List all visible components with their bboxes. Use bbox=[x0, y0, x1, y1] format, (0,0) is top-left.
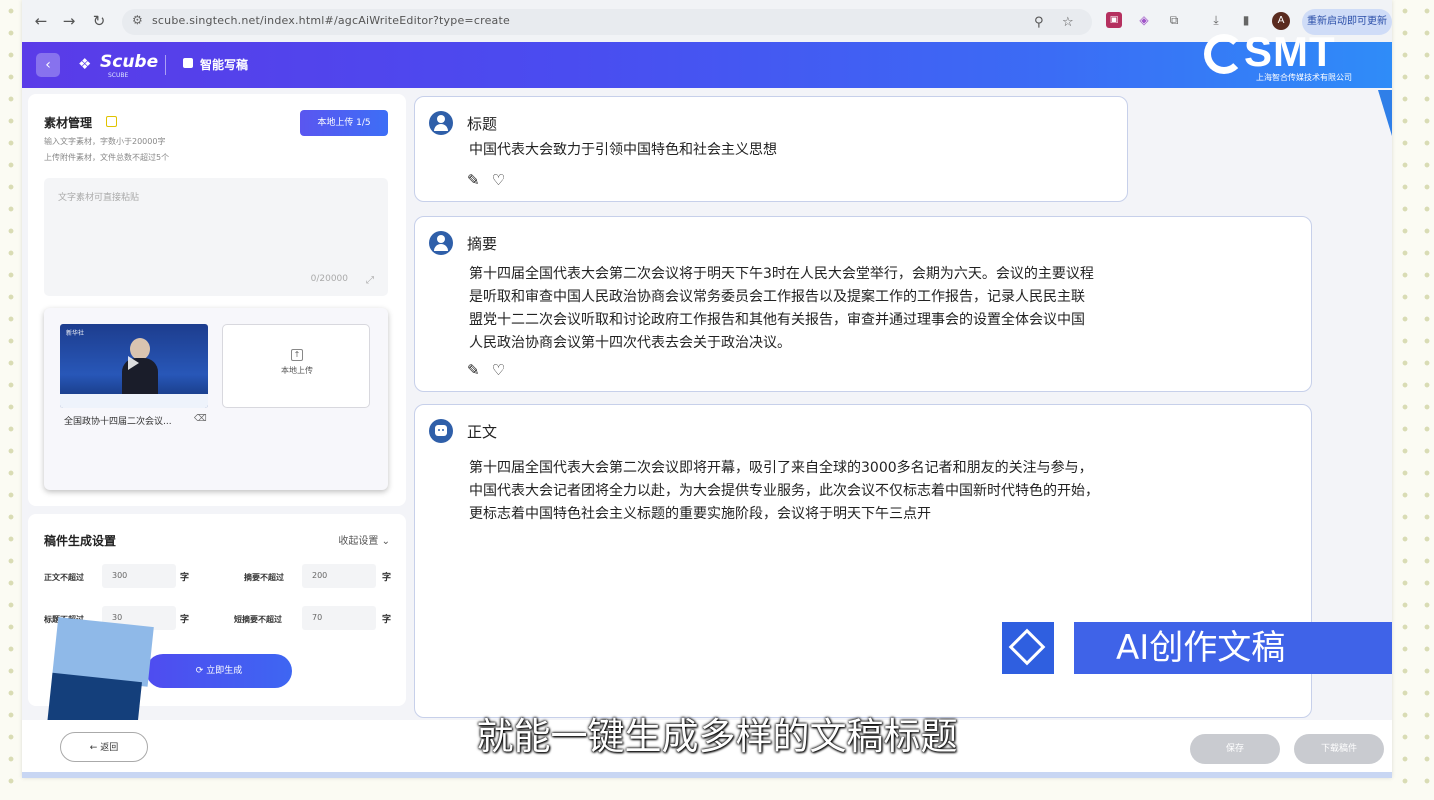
delete-icon[interactable]: ⌫ bbox=[194, 414, 207, 424]
video-subtitle: 就能一键生成多样的文稿标题 bbox=[476, 715, 958, 758]
collapse-settings-toggle[interactable]: 收起设置 ⌄ bbox=[338, 532, 390, 547]
scube-logo-icon: ❖ bbox=[78, 55, 92, 73]
title-result-card: 标题 中国代表大会致力于引领中国特色和社会主义思想 ✎ ♡ bbox=[414, 96, 1128, 202]
materials-card: 素材管理 输入文字素材，字数小于20000字 上传附件素材，文件总数不超过5个 … bbox=[28, 94, 406, 506]
url-text[interactable]: scube.singtech.net/index.html#/agcAiWrit… bbox=[152, 14, 510, 27]
materials-hint-file: 上传附件素材，文件总数不超过5个 bbox=[44, 153, 170, 162]
user-avatar-icon bbox=[429, 231, 453, 255]
summary-limit-unit: 字 bbox=[382, 573, 392, 583]
summary-line-4: 人民政治协商会议第十四次代表去会关于政治决议。 bbox=[469, 335, 791, 351]
cube-logo-icon bbox=[1002, 622, 1054, 674]
char-count: 0/20000 bbox=[310, 274, 348, 284]
main-area: 素材管理 输入文字素材，字数小于20000字 上传附件素材，文件总数不超过5个 … bbox=[22, 88, 1392, 778]
expand-icon[interactable]: ⤢ bbox=[366, 275, 374, 286]
body-line-3: 更标志着中国特色社会主义标题的重要实施阶段，会议将于明天下午三点开 bbox=[469, 506, 931, 522]
desk-shape bbox=[60, 394, 208, 408]
module-title: 智能写稿 bbox=[200, 58, 249, 72]
local-upload-tile[interactable]: ↑ 本地上传 bbox=[222, 324, 370, 408]
ai-badge: AI创作文稿 bbox=[1002, 622, 1392, 674]
extension-icon[interactable]: ▣ bbox=[1106, 12, 1122, 28]
address-bar[interactable]: ⚙ scube.singtech.net/index.html#/agcAiWr… bbox=[122, 9, 1092, 35]
generate-button-label: 立即生成 bbox=[206, 666, 243, 676]
scube-logo: Scube bbox=[100, 52, 159, 72]
textarea-placeholder: 文字素材可直接粘贴 bbox=[58, 193, 140, 203]
summary-actions: ✎ ♡ bbox=[467, 361, 517, 379]
smt-logo-sub: 上海智合传媒技术有限公司 bbox=[1256, 73, 1352, 82]
body-label: 正文 bbox=[467, 423, 498, 441]
smt-watermark-logo: SMT 上海智合传媒技术有限公司 bbox=[1204, 28, 1392, 88]
video-caption: 全国政协十四届二次会议... bbox=[64, 417, 172, 427]
browser-window: ← → ↻ ⚙ scube.singtech.net/index.html#/a… bbox=[22, 0, 1392, 778]
body-line-2: 中国代表大会记者团将全力以赴，为大会提供专业服务，此次会议不仅标志着中国新时代特… bbox=[469, 483, 1099, 499]
extension-purple-icon[interactable]: ◈ bbox=[1136, 12, 1152, 28]
title-limit-unit: 字 bbox=[180, 615, 190, 625]
title-text: 中国代表大会致力于引领中国特色和社会主义思想 bbox=[469, 142, 777, 158]
chevron-down-icon: ⌄ bbox=[381, 536, 390, 547]
summary-line-1: 第十四届全国代表大会第二次会议将于明天下午3时在人民大会堂举行，会期为六天。会议… bbox=[469, 266, 1094, 282]
bookmark-star-icon[interactable]: ☆ bbox=[1062, 15, 1074, 30]
materials-hint-text: 输入文字素材，字数小于20000字 bbox=[44, 137, 166, 146]
attachments-panel: 新华社 全国政协十四届二次会议... ⌫ ↑ 本地上传 bbox=[44, 308, 388, 490]
body-line-1: 第十四届全国代表大会第二次会议即将开幕，吸引了来自全球的3000多名记者和朋友的… bbox=[469, 460, 1093, 476]
download-icon[interactable]: ⤓ bbox=[1208, 12, 1224, 28]
like-heart-icon[interactable]: ♡ bbox=[492, 361, 505, 379]
bottom-accent-line bbox=[22, 772, 1392, 778]
app-header: ‹ ❖ Scube SCUBE 智能写稿 bbox=[22, 42, 1392, 88]
like-heart-icon[interactable]: ♡ bbox=[492, 171, 505, 189]
summary-result-card: 摘要 第十四届全国代表大会第二次会议将于明天下午3时在人民大会堂举行，会期为六天… bbox=[414, 216, 1312, 392]
extensions-puzzle-icon[interactable]: ⧉ bbox=[1166, 12, 1182, 28]
decorative-dots-left bbox=[0, 0, 22, 800]
zoom-icon[interactable]: ⚲ bbox=[1034, 15, 1044, 30]
generate-button[interactable]: ⟳ 立即生成 bbox=[146, 654, 292, 688]
reload-icon[interactable]: ↻ bbox=[88, 10, 110, 32]
write-module-icon bbox=[183, 58, 193, 68]
decorative-corner bbox=[1378, 90, 1392, 136]
body-limit-input[interactable]: 300 bbox=[102, 564, 176, 588]
scube-logo-sub: SCUBE bbox=[108, 72, 129, 79]
short-summary-limit-input[interactable]: 70 bbox=[302, 606, 376, 630]
smt-g-icon bbox=[1204, 34, 1244, 74]
user-avatar-icon bbox=[429, 111, 453, 135]
materials-tag-icon bbox=[106, 116, 117, 127]
settings-title: 稿件生成设置 bbox=[44, 534, 117, 548]
local-upload-label: 本地上传 bbox=[281, 366, 313, 375]
title-actions: ✎ ♡ bbox=[467, 171, 517, 189]
header-back-button[interactable]: ‹ bbox=[36, 53, 60, 77]
sidepanel-icon[interactable]: ▮ bbox=[1238, 12, 1254, 28]
header-divider bbox=[165, 55, 166, 75]
material-textarea[interactable]: 文字素材可直接粘贴 0/20000 ⤢ bbox=[44, 178, 388, 296]
body-limit-label: 正文不超过 bbox=[44, 573, 84, 582]
materials-title: 素材管理 bbox=[44, 116, 93, 130]
back-arrow-icon[interactable]: ← bbox=[30, 10, 52, 32]
smt-logo-text: SMT bbox=[1244, 28, 1336, 75]
video-thumbnail[interactable]: 新华社 bbox=[60, 324, 208, 408]
upload-icon: ↑ bbox=[291, 349, 303, 361]
ai-badge-text: AI创作文稿 bbox=[1074, 622, 1392, 674]
browser-toolbar: ← → ↻ ⚙ scube.singtech.net/index.html#/a… bbox=[22, 0, 1392, 42]
site-info-icon[interactable]: ⚙ bbox=[132, 13, 143, 27]
video-source-logo: 新华社 bbox=[66, 330, 85, 337]
collapse-settings-label: 收起设置 bbox=[338, 536, 379, 547]
summary-limit-label: 摘要不超过 bbox=[244, 573, 284, 582]
short-summary-limit-label: 短摘要不超过 bbox=[234, 615, 282, 624]
summary-line-3: 盟党十二二次会议听取和讨论政府工作报告和其他有关报告，审查并通过理事会的设置全体… bbox=[469, 312, 1085, 328]
bot-avatar-icon bbox=[429, 419, 453, 443]
summary-label: 摘要 bbox=[467, 235, 498, 253]
title-label: 标题 bbox=[467, 115, 498, 133]
body-limit-unit: 字 bbox=[180, 573, 190, 583]
forward-arrow-icon[interactable]: → bbox=[58, 10, 80, 32]
short-summary-limit-unit: 字 bbox=[382, 615, 392, 625]
edit-pencil-icon[interactable]: ✎ bbox=[467, 361, 480, 379]
summary-limit-input[interactable]: 200 bbox=[302, 564, 376, 588]
play-icon[interactable] bbox=[128, 356, 139, 370]
decorative-dots-right bbox=[1394, 0, 1434, 800]
edit-pencil-icon[interactable]: ✎ bbox=[467, 171, 480, 189]
local-upload-button[interactable]: 本地上传 1/5 bbox=[300, 110, 388, 136]
summary-line-2: 是听取和审查中国人民政治协商会议常务委员会工作报告以及提案工作的工作报告，记录人… bbox=[469, 289, 1085, 305]
